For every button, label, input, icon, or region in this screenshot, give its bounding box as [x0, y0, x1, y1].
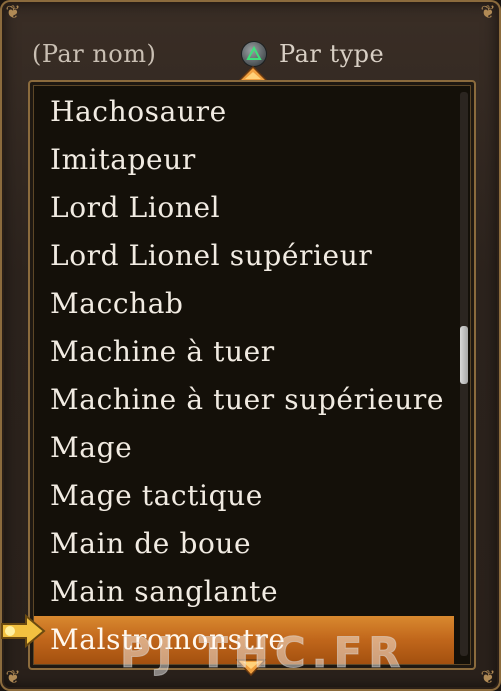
sort-by-type-tab[interactable]: Par type: [279, 40, 384, 68]
sort-by-name-tab[interactable]: (Par nom): [32, 40, 156, 68]
corner-ornament-icon: ❦: [5, 2, 21, 23]
list-item[interactable]: Hachosaure: [30, 88, 454, 136]
list-item[interactable]: Imitapeur: [30, 136, 454, 184]
scrollbar-thumb[interactable]: [460, 326, 468, 384]
menu-frame: ❦ ❦ ❦ ❦ (Par nom) Par type Hachosaure Imi…: [0, 0, 501, 691]
list-item[interactable]: Lord Lionel: [30, 184, 454, 232]
triangle-button-icon[interactable]: [242, 42, 266, 66]
list-item[interactable]: Machine à tuer: [30, 328, 454, 376]
watermark: PJ THC.FR: [120, 628, 407, 678]
list-item[interactable]: Macchab: [30, 280, 454, 328]
list-item[interactable]: Main de boue: [30, 520, 454, 568]
list-item[interactable]: Mage: [30, 424, 454, 472]
list-item[interactable]: Lord Lionel supérieur: [30, 232, 454, 280]
scrollbar[interactable]: [460, 92, 468, 656]
corner-ornament-icon: ❦: [480, 2, 496, 23]
monster-list-panel: Hachosaure Imitapeur Lord Lionel Lord Lione…: [28, 80, 476, 670]
list-item[interactable]: Mage tactique: [30, 472, 454, 520]
corner-ornament-icon: ❦: [5, 667, 21, 688]
sort-header: (Par nom) Par type: [0, 36, 501, 82]
list-item[interactable]: Machine à tuer supérieure: [30, 376, 454, 424]
monster-list: Hachosaure Imitapeur Lord Lionel Lord Lione…: [30, 88, 454, 664]
list-item[interactable]: Main sanglante: [30, 568, 454, 616]
pointer-hand-cursor-icon: [1, 614, 46, 648]
corner-ornament-icon: ❦: [480, 667, 496, 688]
